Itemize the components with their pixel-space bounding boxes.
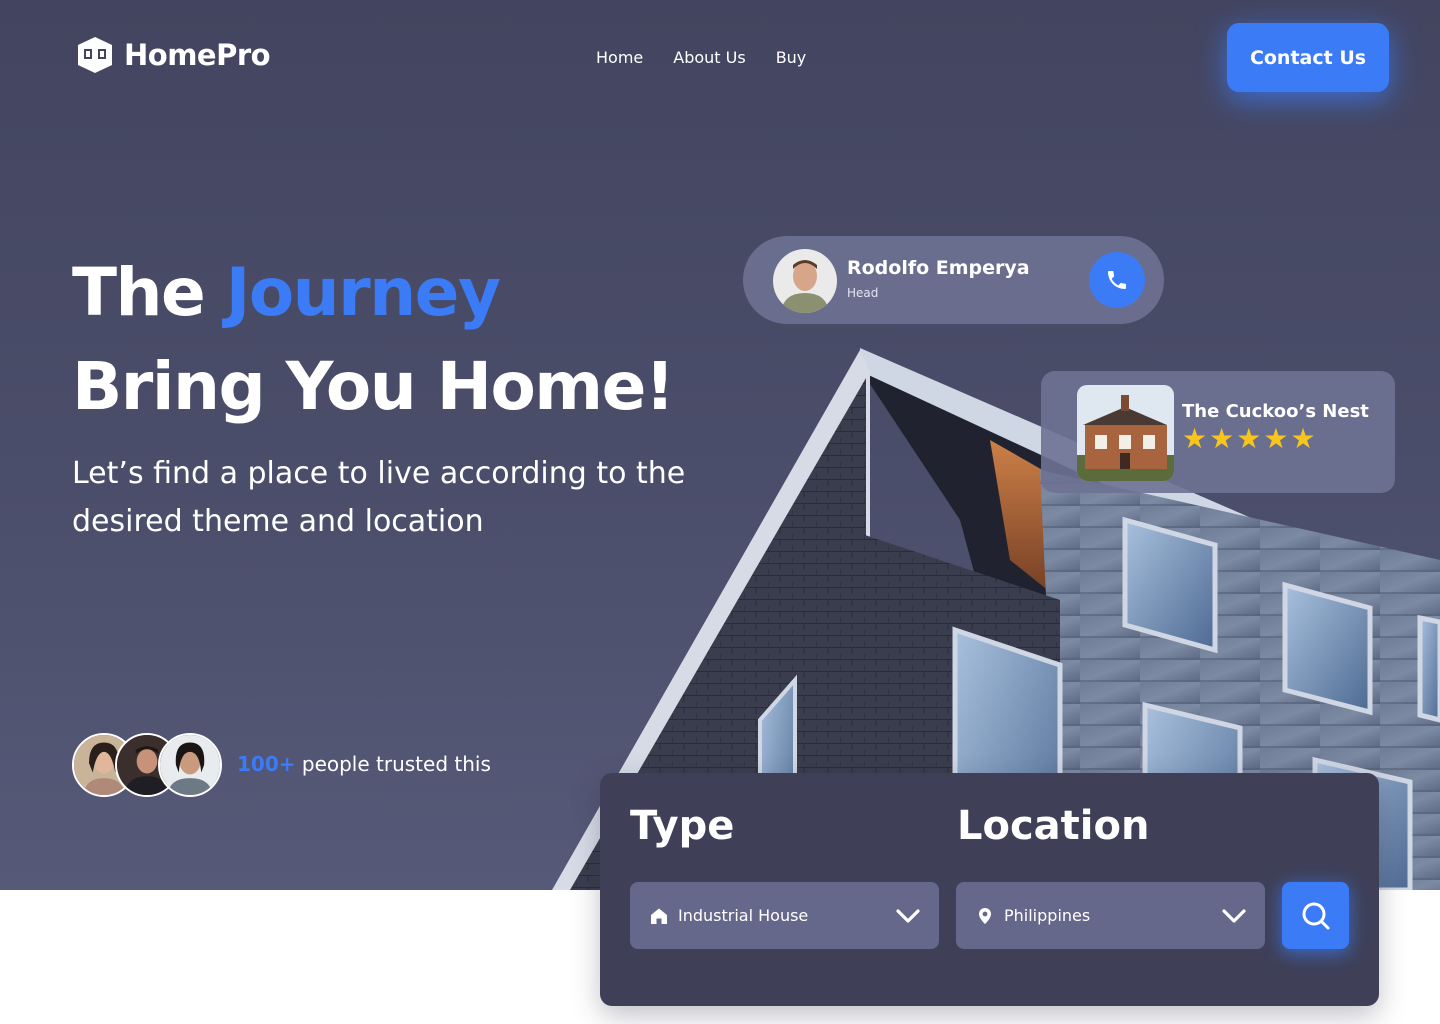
property-card[interactable]: The Cuckoo’s Nest ★ ★ ★ ★ ★ [1041,371,1395,493]
star-icon: ★ [1209,422,1235,455]
trusted-avatars [72,733,222,797]
nav-buy[interactable]: Buy [776,48,807,67]
trust-text: 100+ people trusted this [237,752,491,776]
location-value: Philippines [1004,906,1091,925]
agent-card: Rodolfo Emperya Head [743,236,1164,324]
star-icon: ★ [1263,422,1289,455]
type-select[interactable]: Industrial House [630,882,939,949]
search-icon [1302,902,1329,929]
hero-title-part1: The [72,254,206,331]
hero-section: HomePro Home About Us Buy Contact Us The… [0,0,1440,890]
location-pin-icon [979,907,991,924]
type-value: Industrial House [678,906,809,925]
contact-us-button[interactable]: Contact Us [1227,23,1389,92]
search-panel: Type Location Industrial House Philippin… [600,773,1379,1006]
nav-about-us[interactable]: About Us [673,48,745,67]
location-select[interactable]: Philippines [956,882,1265,949]
agent-avatar [773,249,837,313]
hero-title: The Journey Bring You Home! [72,246,675,434]
hero-title-line2: Bring You Home! [72,348,675,425]
brand-logo[interactable]: HomePro [74,34,271,76]
nav-home[interactable]: Home [596,48,643,67]
star-icon: ★ [1236,422,1262,455]
call-button[interactable] [1089,252,1145,308]
house-icon [651,908,667,924]
avatar [158,733,222,797]
phone-icon [1108,271,1126,289]
type-label: Type [630,803,735,849]
property-name: The Cuckoo’s Nest [1182,401,1369,422]
chevron-down-icon [896,909,920,923]
search-button[interactable] [1282,882,1349,949]
star-icon: ★ [1290,422,1316,455]
location-label: Location [957,803,1150,849]
chevron-down-icon [1222,909,1246,923]
trust-count: 100+ [237,752,296,776]
hero-title-accent: Journey [225,254,501,331]
star-icon: ★ [1182,422,1208,455]
property-rating: ★ ★ ★ ★ ★ [1182,424,1316,454]
trust-label: people trusted this [295,752,491,776]
main-nav: Home About Us Buy [596,48,806,67]
brand-name: HomePro [124,38,271,72]
agent-role: Head [847,286,879,300]
agent-name: Rodolfo Emperya [847,257,1030,279]
property-image [1077,385,1174,481]
home-logo-icon [78,37,112,73]
hero-subtitle: Let’s find a place to live according to … [72,456,686,539]
